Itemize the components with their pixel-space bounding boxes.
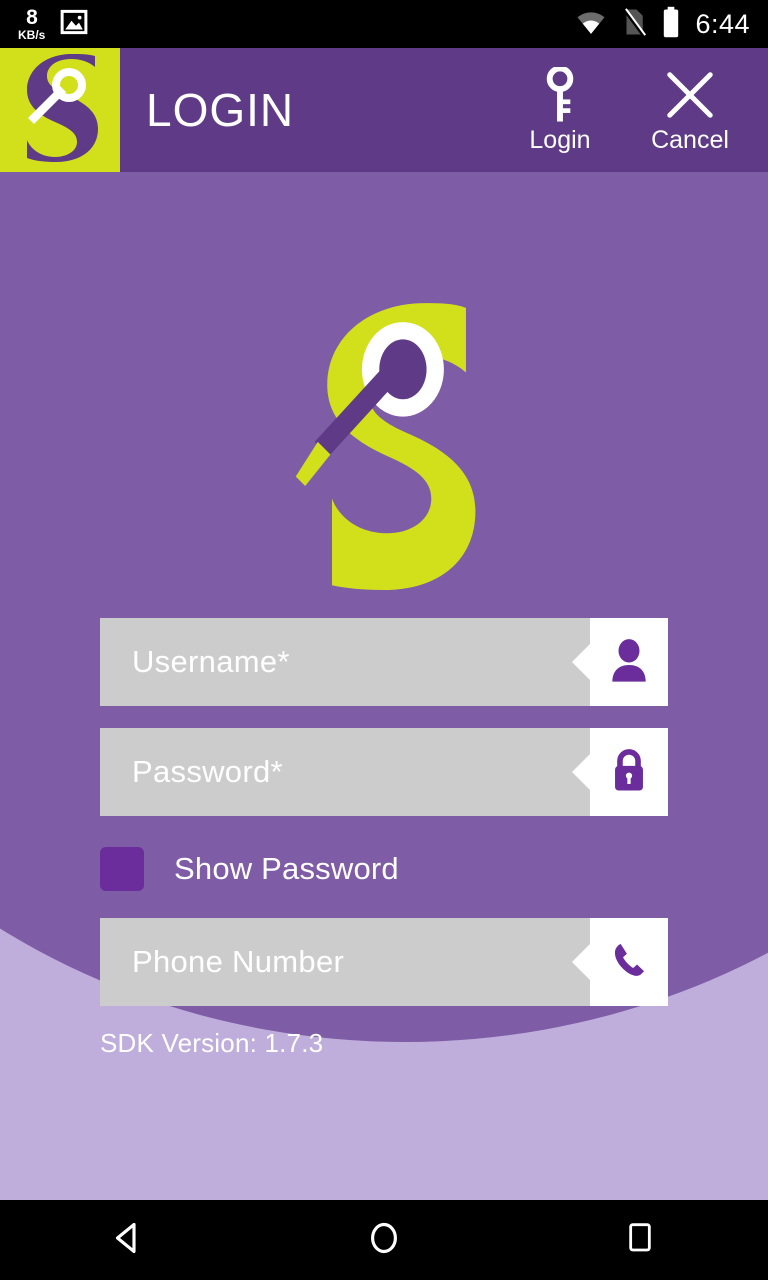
show-password-label: Show Password [174,851,399,886]
lock-icon [609,747,649,798]
app-logo-tile [0,48,120,172]
phone-field-row[interactable]: Phone Number [100,918,668,1006]
login-action-button[interactable]: Login [512,66,608,155]
app-bar-actions: Login Cancel [512,66,768,155]
close-icon [663,66,717,124]
nav-recents-button[interactable] [580,1200,700,1280]
password-placeholder: Password* [132,754,283,789]
image-icon [59,7,89,42]
login-content: Username* Password* Show Password Phone … [0,172,768,1200]
password-input[interactable]: Password* [100,728,590,816]
battery-full-icon [661,6,681,43]
nav-back-button[interactable] [68,1200,188,1280]
password-icon-box [590,728,668,816]
status-bar-clock: 6:44 [695,8,750,39]
app-bar: LOGIN Login Cancel [0,48,768,172]
username-input[interactable]: Username* [100,618,590,706]
show-password-checkbox[interactable] [100,847,144,891]
phone-placeholder: Phone Number [132,944,345,979]
wifi-icon [575,7,607,42]
cancel-action-label: Cancel [651,125,729,154]
phone-icon-box [590,918,668,1006]
status-bar-right: 6:44 [575,6,750,43]
person-icon [609,638,649,687]
status-bar: 8 KB/s 6:44 [0,0,768,48]
home-circle-icon [366,1220,402,1261]
system-nav-bar [0,1200,768,1280]
app-logo-icon [14,52,106,169]
no-sim-icon [621,7,647,42]
back-triangle-icon [110,1220,146,1261]
username-placeholder: Username* [132,644,290,679]
page-title: LOGIN [146,84,295,136]
network-speed-indicator: 8 KB/s [18,7,45,41]
network-speed-value: 8 [26,6,38,29]
network-speed-unit: KB/s [18,28,46,42]
username-field-row[interactable]: Username* [100,618,668,706]
phone-input[interactable]: Phone Number [100,918,590,1006]
status-bar-left: 8 KB/s [18,7,89,42]
cancel-action-button[interactable]: Cancel [642,66,738,155]
sdk-version-label: SDK Version: 1.7.3 [100,1028,324,1058]
recents-square-icon [624,1220,656,1261]
login-action-label: Login [529,125,591,154]
password-field-row[interactable]: Password* [100,728,668,816]
login-form: Username* Password* Show Password Phone … [100,618,668,1059]
show-password-row[interactable]: Show Password [100,834,668,904]
nav-home-button[interactable] [324,1200,444,1280]
brand-logo-icon [289,303,479,594]
phone-screen: 8 KB/s 6:44 LOGIN Login Cancel Username*… [0,0,768,1280]
username-icon-box [590,618,668,706]
phone-icon [608,938,650,987]
key-icon [541,66,579,124]
brand-logo [289,300,479,590]
